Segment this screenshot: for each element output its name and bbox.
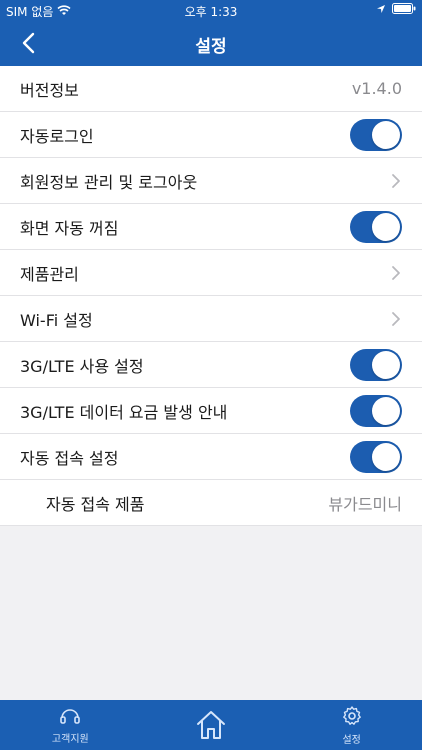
lte-use-row: 3G/LTE 사용 설정 [0, 342, 422, 388]
tab-label: 고객지원 [51, 733, 89, 745]
toggle-knob [372, 212, 400, 241]
toggle-knob [372, 442, 400, 471]
page-title: 설정 [195, 37, 227, 57]
tab-settings[interactable]: 설정 [302, 700, 402, 750]
header-bar: SIM 없음 오후 1:33 설정 [0, 0, 422, 66]
battery-icon [392, 3, 416, 17]
gear-icon [342, 705, 361, 725]
row-label: 3G/LTE 데이터 요금 발생 안내 [20, 402, 228, 422]
location-icon [376, 3, 386, 17]
row-label: 회원정보 관리 및 로그아웃 [20, 172, 198, 192]
screen-auto-off-toggle[interactable] [350, 210, 402, 243]
auto-login-toggle[interactable] [350, 118, 402, 151]
lte-use-toggle[interactable] [350, 348, 402, 381]
product-manage-row[interactable]: 제품관리 [0, 250, 422, 296]
chevron-right-icon [392, 311, 400, 326]
row-label: Wi-Fi 설정 [20, 310, 93, 330]
wifi-settings-row[interactable]: Wi-Fi 설정 [0, 296, 422, 342]
screen-auto-off-row: 화면 자동 꺼짐 [0, 204, 422, 250]
row-label: 3G/LTE 사용 설정 [20, 356, 144, 376]
auto-login-row: 자동로그인 [0, 112, 422, 158]
toggle-knob [372, 396, 400, 425]
auto-connect-product-row[interactable]: 자동 접속 제품 뷰가드미니 [0, 480, 422, 526]
auto-connect-toggle[interactable] [350, 440, 402, 473]
tab-bar: 고객지원 설정 [0, 700, 422, 750]
home-icon [196, 711, 225, 739]
row-label: 화면 자동 꺼짐 [20, 218, 119, 238]
lte-charge-notice-toggle[interactable] [350, 394, 402, 427]
auto-connect-product-value: 뷰가드미니 [328, 494, 402, 514]
toggle-knob [372, 120, 400, 149]
status-bar: SIM 없음 오후 1:33 [0, 0, 422, 20]
version-row: 버전정보 v1.4.0 [0, 66, 422, 112]
lte-charge-notice-row: 3G/LTE 데이터 요금 발생 안내 [0, 388, 422, 434]
tab-label: 설정 [342, 734, 361, 746]
chevron-right-icon [392, 265, 400, 280]
tab-home[interactable] [161, 700, 261, 750]
headset-icon [60, 708, 81, 724]
row-label: 제품관리 [20, 264, 79, 284]
tab-support[interactable]: 고객지원 [20, 700, 120, 750]
version-value: v1.4.0 [351, 79, 402, 98]
row-label: 자동 접속 제품 [46, 494, 145, 514]
chevron-right-icon [392, 173, 400, 188]
auto-connect-row: 자동 접속 설정 [0, 434, 422, 480]
status-time: 오후 1:33 [184, 5, 238, 19]
member-info-row[interactable]: 회원정보 관리 및 로그아웃 [0, 158, 422, 204]
toggle-knob [372, 350, 400, 379]
row-label: 자동 접속 설정 [20, 448, 119, 468]
settings-list: 버전정보 v1.4.0 자동로그인 회원정보 관리 및 로그아웃 화면 자동 꺼… [0, 66, 422, 526]
settings-screen: SIM 없음 오후 1:33 설정 버전정보 v1.4.0 자동로그인 회원정보… [0, 0, 422, 750]
nav-bar: 설정 [0, 20, 422, 66]
row-label: 자동로그인 [20, 126, 94, 146]
row-label: 버전정보 [20, 80, 79, 100]
